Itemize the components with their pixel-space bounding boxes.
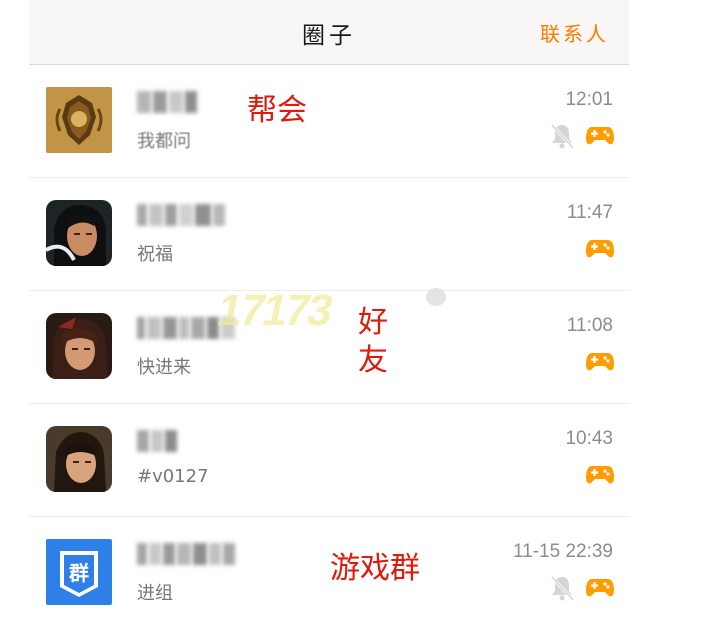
page-title: 圈子 [302,23,356,49]
annotation-friend-line1: 好 [358,305,388,340]
blurred-name [137,543,237,569]
annotation-friend-line2: 友 [358,343,388,378]
message-preview: 进组 [137,583,173,604]
list-item[interactable]: 祝福 11:47 [29,178,629,291]
avatar [46,313,112,379]
top-bar: 圈子 联系人 [29,0,629,65]
message-time: 10:43 [565,428,613,449]
mute-bell-icon [547,121,577,155]
blurred-name [137,91,199,117]
message-time: 11:47 [566,202,613,223]
gamepad-icon [585,124,615,152]
gamepad-icon [585,576,615,604]
annotation-guild: 帮会 [247,93,307,128]
mute-bell-icon [547,573,577,607]
message-preview: 祝福 [137,244,173,265]
avatar [46,200,112,266]
list-item[interactable]: 我都问 12:01 [29,65,629,178]
annotation-group: 游戏群 [330,551,420,586]
blurred-name [137,430,179,456]
message-time: 11-15 22:39 [512,541,613,562]
watermark: 17173 [212,286,336,335]
avatar [46,426,112,492]
message-preview: #v0127 [137,466,209,487]
gamepad-icon [585,237,615,265]
message-time: 11:08 [566,315,613,336]
blurred-name [137,204,227,230]
list-item[interactable]: 群 进组 11-15 22:39 [29,517,629,629]
contacts-link[interactable]: 联系人 [540,18,609,47]
message-time: 12:01 [565,89,613,110]
message-preview: 快进来 [137,357,191,378]
group-badge-label: 群 [69,561,89,585]
list-item[interactable]: #v0127 10:43 [29,404,629,517]
gamepad-icon [585,350,615,378]
avatar [46,87,112,153]
gamepad-icon [585,463,615,491]
message-preview: 我都问 [137,131,191,152]
avatar: 群 [46,539,112,605]
watermark-dot [426,288,446,306]
